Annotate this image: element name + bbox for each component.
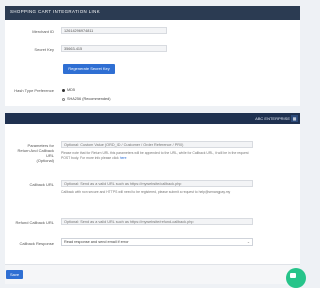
refund-callback-label: Refund Callback URL (15, 220, 54, 225)
hash-type-label: Hash Type Preference (14, 88, 54, 93)
chat-icon[interactable] (286, 268, 306, 288)
hash-md5-label: MD5 (67, 88, 76, 92)
callback-url-label: Callback URL (29, 182, 54, 187)
callback-response-label: Callback Response (19, 241, 54, 246)
params-help: Please note that for Return URL this par… (61, 151, 249, 160)
params-label: Parameters for Return And Callback URL (… (17, 143, 54, 163)
form-footer: Save (5, 264, 300, 284)
integration-card: Merchant ID 12614296974811 Secret Key 35… (5, 20, 300, 106)
brand-name[interactable]: ABC ENTERPRISE (255, 116, 290, 121)
card-header: SHOPPING CART INTEGRATION LINK (5, 6, 300, 20)
top-navbar: ABC ENTERPRISE ▦ (5, 113, 300, 124)
callback-url-input[interactable] (61, 180, 253, 187)
save-button[interactable]: Save (6, 270, 23, 279)
params-input[interactable] (61, 141, 253, 148)
callback-card: Parameters for Return And Callback URL (… (5, 124, 300, 264)
card-title: SHOPPING CART INTEGRATION LINK (10, 9, 101, 14)
callback-response-select[interactable]: Read response and send email if error ⌄ (61, 238, 253, 246)
params-help-link[interactable]: here (120, 156, 127, 160)
regenerate-secret-key-button[interactable]: Regenerate Secret Key (63, 64, 115, 74)
secret-key-label: Secret Key (34, 47, 54, 52)
hash-md5-radio[interactable] (62, 89, 66, 93)
chevron-down-icon: ⌄ (246, 240, 250, 244)
callback-help: Callback with non secure and HTTPS will … (61, 190, 231, 194)
merchant-id-field[interactable]: 12614296974811 (61, 27, 167, 34)
secret-key-field[interactable]: 35663-415 (61, 45, 167, 52)
refund-callback-input[interactable] (61, 218, 253, 225)
hash-sha256-radio[interactable] (62, 98, 66, 102)
grid-icon[interactable]: ▦ (291, 115, 298, 122)
merchant-id-label: Merchant ID (32, 29, 54, 34)
hash-sha256-label: SHA256 (Recommended) (67, 97, 111, 101)
